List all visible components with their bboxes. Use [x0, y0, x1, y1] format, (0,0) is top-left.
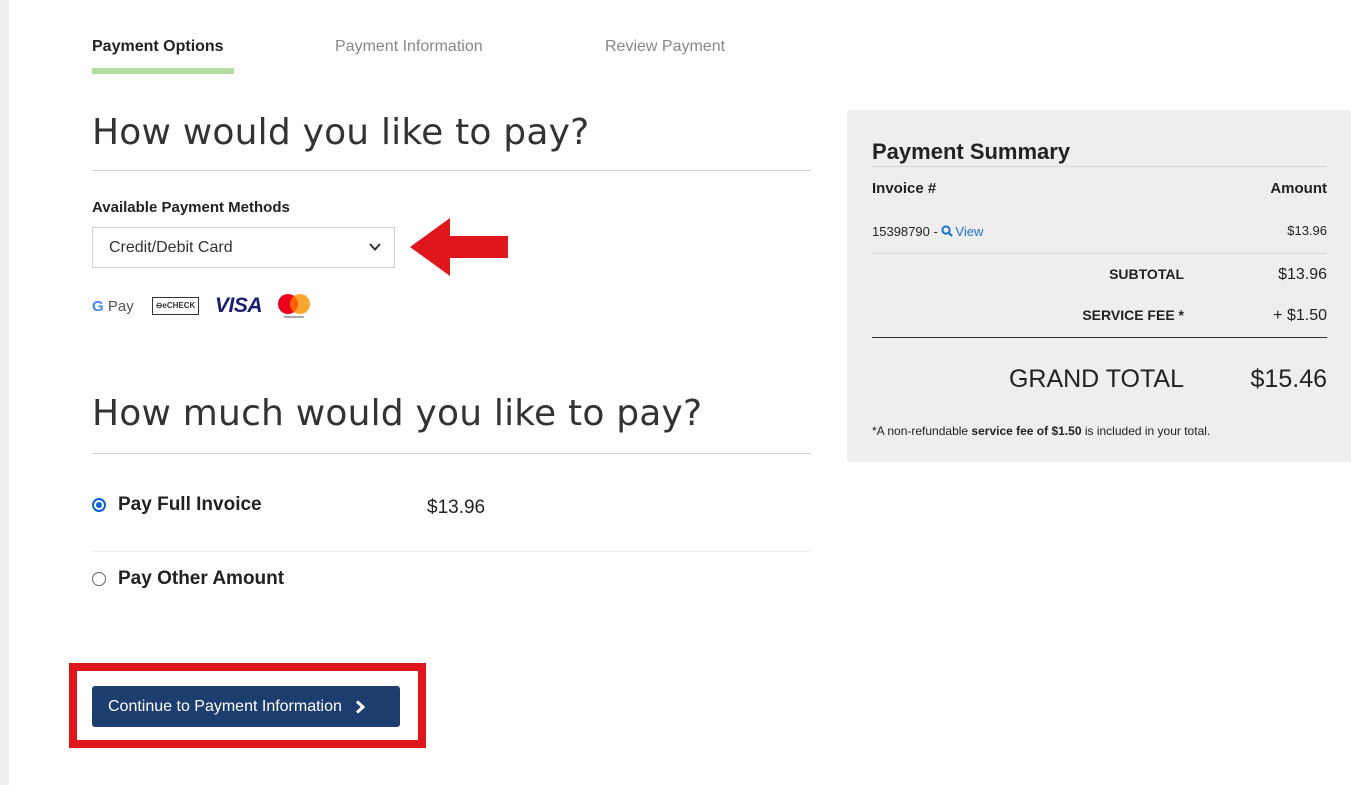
tab-review-payment[interactable]: Review Payment [605, 38, 725, 56]
divider [872, 253, 1327, 254]
invoice-number: 15398790 - [872, 224, 942, 239]
chevron-right-icon [355, 699, 366, 714]
continue-button[interactable]: Continue to Payment Information [92, 686, 400, 727]
invoice-amount: $13.96 [1287, 223, 1327, 238]
divider [872, 166, 1327, 167]
tab-payment-information[interactable]: Payment Information [335, 38, 483, 56]
subtotal-label: SUBTOTAL [1109, 266, 1184, 282]
pay-amount-heading: How much would you like to pay? [92, 393, 703, 434]
payment-method-selected: Credit/Debit Card [109, 239, 233, 256]
payment-methods-label: Available Payment Methods [92, 199, 290, 216]
search-icon [941, 225, 954, 237]
divider [92, 453, 810, 454]
divider [92, 551, 810, 552]
total-divider [872, 337, 1327, 338]
pay-other-amount-radio[interactable] [92, 572, 106, 586]
echeck-logo: ⊖eCHECK [152, 297, 199, 315]
pay-full-invoice-radio[interactable] [92, 498, 106, 512]
pay-full-invoice-label: Pay Full Invoice [118, 494, 262, 515]
left-rail [0, 0, 9, 785]
payment-method-select[interactable]: Credit/Debit Card [92, 227, 395, 268]
pay-other-amount-option[interactable]: Pay Other Amount [92, 568, 284, 590]
pay-full-invoice-option[interactable]: Pay Full Invoice [92, 494, 262, 516]
tab-payment-options[interactable]: Payment Options [92, 38, 224, 56]
invoice-column-header: Invoice # [872, 180, 937, 197]
continue-button-label: Continue to Payment Information [108, 697, 342, 715]
service-fee-footnote: *A non-refundable service fee of $1.50 i… [872, 424, 1211, 438]
grand-total-label: GRAND TOTAL [1008, 365, 1184, 393]
view-invoice-link[interactable]: View [941, 224, 983, 239]
red-arrow-annotation [410, 218, 508, 276]
full-invoice-amount: $13.96 [427, 497, 486, 518]
invoice-row: 15398790 - View [872, 224, 983, 239]
pay-method-heading: How would you like to pay? [92, 112, 590, 153]
service-fee-label: SERVICE FEE * [1082, 307, 1184, 323]
pay-other-amount-label: Pay Other Amount [118, 568, 285, 589]
amount-column-header: Amount [1270, 180, 1327, 197]
grand-total-value: $15.46 [1250, 365, 1327, 393]
divider [92, 170, 810, 171]
payment-summary-panel: Payment Summary Invoice # Amount 1539879… [847, 110, 1351, 462]
summary-title: Payment Summary [872, 139, 1071, 164]
google-pay-logo: G Pay [92, 298, 134, 315]
visa-logo: VISA [215, 294, 263, 317]
subtotal-value: $13.96 [1278, 266, 1327, 283]
mastercard-logo [278, 294, 310, 318]
service-fee-value: + $1.50 [1273, 307, 1327, 324]
active-step-indicator [92, 68, 234, 74]
chevron-down-icon [369, 243, 381, 251]
